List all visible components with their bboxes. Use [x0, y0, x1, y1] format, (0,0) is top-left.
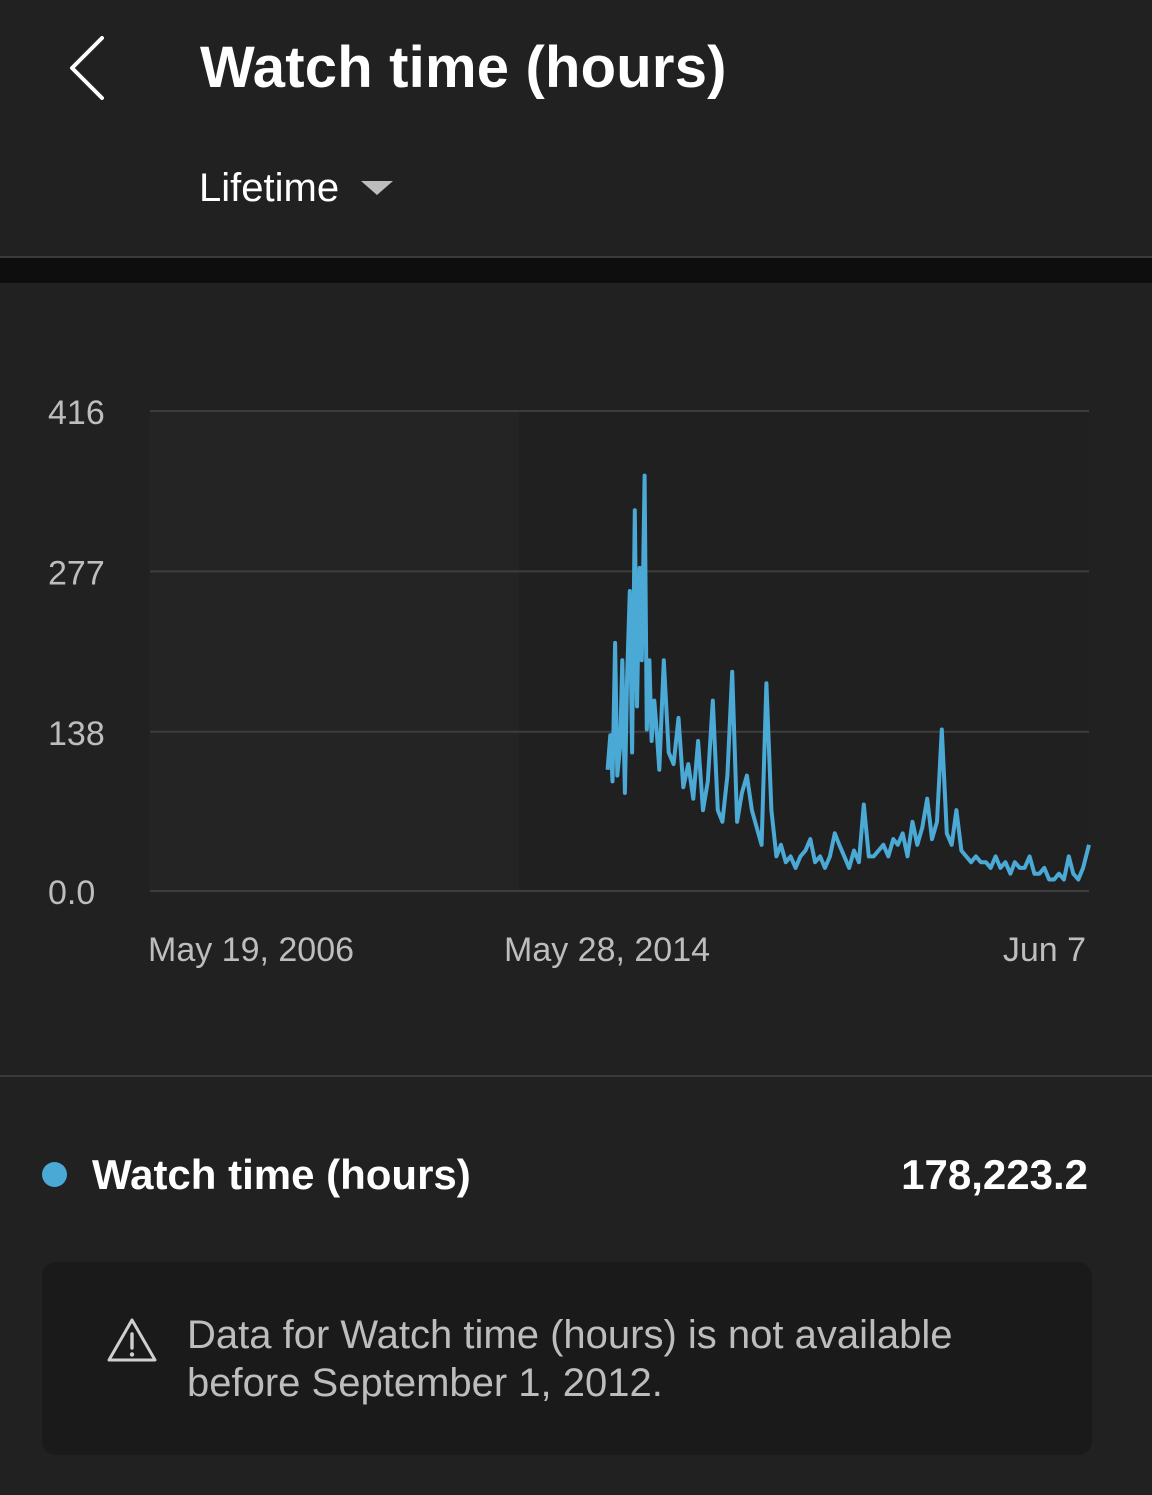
y-tick-label: 138	[48, 715, 105, 753]
watch-time-chart[interactable]: 416 277 138 0.0 May 19, 2006 May 28, 2014 Jun…	[0, 283, 1152, 1075]
x-axis-labels: May 19, 2006 May 28, 2014 Jun 7	[148, 931, 1086, 969]
chart-container[interactable]: 416 277 138 0.0 May 19, 2006 May 28, 2014 Jun…	[0, 283, 1152, 1075]
y-tick-label: 277	[48, 554, 105, 592]
back-button[interactable]	[60, 30, 120, 106]
page-title: Watch time (hours)	[200, 35, 727, 100]
chart-divider	[0, 1075, 1152, 1077]
warning-icon	[107, 1318, 157, 1362]
caret-down-icon	[361, 181, 394, 195]
legend-row: Watch time (hours) 178,223.2	[0, 1140, 1152, 1210]
legend-dot	[42, 1162, 67, 1187]
date-range-dropdown[interactable]: Lifetime	[199, 160, 394, 216]
x-tick-label: May 19, 2006	[148, 931, 354, 969]
chevron-left-icon	[70, 36, 104, 100]
data-region	[519, 411, 1089, 891]
y-tick-label: 0.0	[48, 874, 95, 912]
date-range-label: Lifetime	[199, 166, 340, 210]
y-axis-labels: 416 277 138 0.0	[48, 394, 105, 912]
section-separator	[0, 258, 1152, 283]
legend-label: Watch time (hours)	[92, 1151, 471, 1198]
pre-data-region	[150, 411, 519, 891]
y-tick-label: 416	[48, 394, 105, 432]
x-tick-label: Jun 7	[1003, 931, 1086, 969]
total-value: 178,223.2	[901, 1151, 1088, 1198]
app-header: Watch time (hours) Lifetime	[0, 0, 1152, 256]
x-tick-label: May 28, 2014	[504, 931, 710, 969]
notice-text: Data for Watch time (hours) is not avail…	[187, 1313, 953, 1405]
